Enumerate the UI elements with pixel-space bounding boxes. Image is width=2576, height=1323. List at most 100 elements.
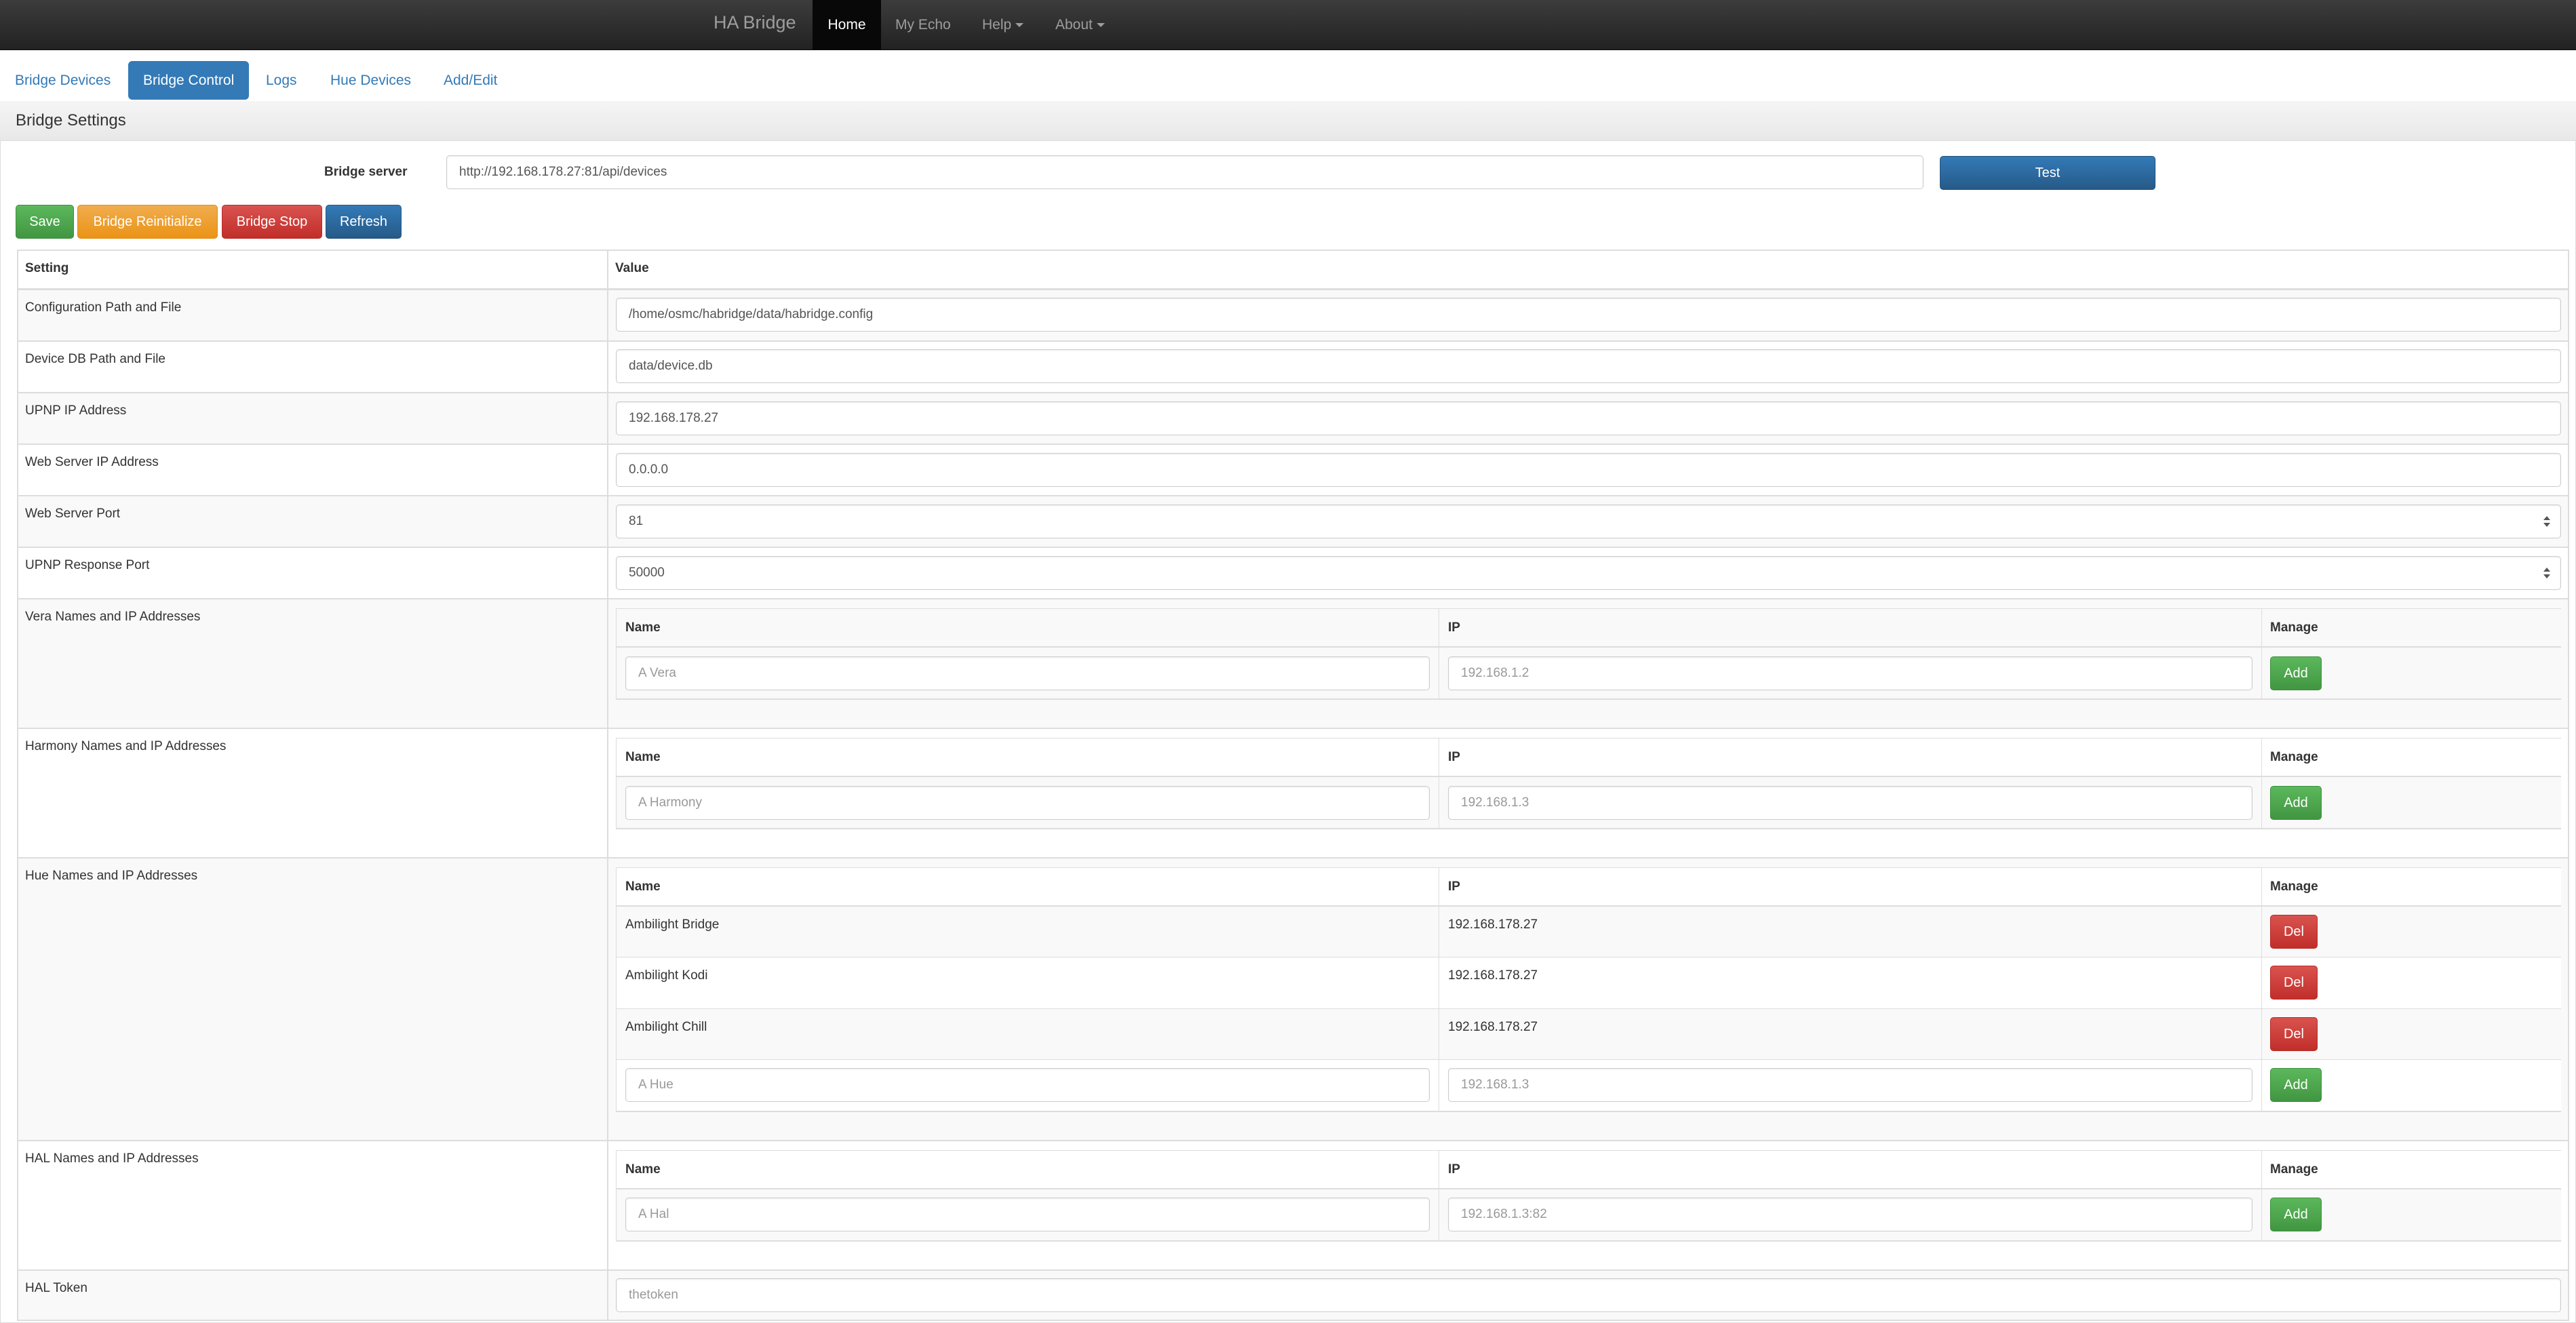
divider <box>616 867 617 1112</box>
hal-header-manage: Manage <box>2270 1162 2318 1177</box>
vera-name-input[interactable] <box>625 656 1430 690</box>
divider <box>17 857 2569 858</box>
nav-help-label: Help <box>982 17 1012 33</box>
setting-label-config-path: Configuration Path and File <box>25 300 182 315</box>
tab-bridge-control[interactable]: Bridge Control <box>128 61 250 100</box>
nav-my-echo[interactable]: My Echo <box>895 0 951 50</box>
hue-delete-button[interactable]: Del <box>2270 966 2318 1000</box>
bridge-server-label: Bridge server <box>324 165 408 179</box>
divider <box>17 392 2569 393</box>
divider <box>616 646 2561 648</box>
hue-header-name: Name <box>625 880 661 894</box>
setting-label-hue: Hue Names and IP Addresses <box>25 869 198 883</box>
hue-entry-ip: 192.168.178.27 <box>1448 917 1538 932</box>
tab-add-edit[interactable]: Add/Edit <box>429 61 512 100</box>
hue-entry-name: Ambilight Bridge <box>625 917 720 932</box>
hal-name-input[interactable] <box>625 1198 1430 1231</box>
divider <box>616 1059 2561 1060</box>
hue-delete-button[interactable]: Del <box>2270 1017 2318 1051</box>
table-row-bg <box>617 957 2561 1008</box>
harmony-header-ip: IP <box>1448 750 1460 764</box>
divider <box>616 1111 2561 1112</box>
hue-header-ip: IP <box>1448 880 1460 894</box>
divider <box>2568 250 2569 1321</box>
vera-header-ip: IP <box>1448 620 1460 635</box>
web-server-ip-input[interactable] <box>616 453 2561 487</box>
spinner-icon[interactable] <box>2543 567 2550 579</box>
setting-label-upnp-response-port: UPNP Response Port <box>25 558 150 572</box>
vera-header-manage: Manage <box>2270 620 2318 635</box>
harmony-add-button[interactable]: Add <box>2270 786 2322 820</box>
divider <box>17 340 2569 342</box>
bridge-reinitialize-button[interactable]: Bridge Reinitialize <box>77 205 218 239</box>
divider <box>616 738 617 829</box>
device-db-input[interactable] <box>616 349 2561 383</box>
tab-hue-devices[interactable]: Hue Devices <box>315 61 426 100</box>
header-value: Value <box>615 261 649 275</box>
tab-logs[interactable]: Logs <box>251 61 312 100</box>
divider <box>17 1140 2569 1141</box>
panel-heading <box>0 101 2576 141</box>
divider <box>2261 608 2262 700</box>
upnp-response-port-input[interactable] <box>616 556 2561 590</box>
divider <box>17 250 18 1321</box>
harmony-header-name: Name <box>625 750 661 764</box>
table-row-bg <box>617 868 2561 906</box>
divider <box>616 1008 2561 1009</box>
harmony-header-manage: Manage <box>2270 750 2318 764</box>
hue-header-manage: Manage <box>2270 880 2318 894</box>
harmony-name-input[interactable] <box>625 786 1430 820</box>
setting-label-device-db: Device DB Path and File <box>25 352 165 366</box>
divider <box>607 250 608 1321</box>
vera-add-button[interactable]: Add <box>2270 656 2322 690</box>
divider <box>17 443 2569 445</box>
web-server-port-field <box>616 505 2561 538</box>
panel-title: Bridge Settings <box>16 111 126 130</box>
hal-token-input[interactable] <box>616 1278 2561 1312</box>
hal-header-ip: IP <box>1448 1162 1460 1177</box>
hue-ip-input[interactable] <box>1448 1068 2252 1102</box>
tab-bridge-devices[interactable]: Bridge Devices <box>0 61 125 100</box>
nav-home[interactable]: Home <box>813 0 881 50</box>
hal-ip-input[interactable] <box>1448 1198 2252 1231</box>
setting-label-hal-token: HAL Token <box>25 1281 87 1295</box>
nav-about-label: About <box>1055 17 1093 33</box>
chevron-down-icon <box>1015 23 1024 28</box>
nav-help[interactable]: Help <box>982 0 1024 50</box>
divider <box>616 1188 2561 1189</box>
save-button[interactable]: Save <box>16 205 74 239</box>
setting-label-hal: HAL Names and IP Addresses <box>25 1151 199 1166</box>
hal-add-button[interactable]: Add <box>2270 1198 2322 1231</box>
nav-about[interactable]: About <box>1055 0 1105 50</box>
bridge-server-input[interactable] <box>446 155 1924 189</box>
vera-ip-input[interactable] <box>1448 656 2252 690</box>
divider <box>2261 867 2262 1112</box>
hue-add-button[interactable]: Add <box>2270 1068 2322 1102</box>
spinner-icon[interactable] <box>2543 515 2550 528</box>
top-navbar: HA Bridge Home My Echo Help About <box>0 0 2576 50</box>
hue-entry-ip: 192.168.178.27 <box>1448 968 1538 983</box>
bridge-stop-button[interactable]: Bridge Stop <box>222 205 322 239</box>
divider <box>616 828 2561 829</box>
hue-delete-button[interactable]: Del <box>2270 915 2318 949</box>
setting-label-web-server-port: Web Server Port <box>25 507 121 521</box>
test-button[interactable]: Test <box>1940 156 2155 190</box>
upnp-ip-input[interactable] <box>616 401 2561 435</box>
divider <box>2261 1150 2262 1242</box>
divider <box>17 250 2569 251</box>
hue-entry-name: Ambilight Chill <box>625 1020 707 1034</box>
divider <box>616 608 617 700</box>
divider <box>616 1240 2561 1242</box>
divider <box>616 608 2561 609</box>
divider <box>616 776 2561 777</box>
web-server-port-input[interactable] <box>616 505 2561 538</box>
refresh-button[interactable]: Refresh <box>326 205 402 239</box>
config-path-input[interactable] <box>616 298 2561 332</box>
divider <box>616 1150 2561 1151</box>
setting-label-harmony: Harmony Names and IP Addresses <box>25 739 227 753</box>
hal-header-name: Name <box>625 1162 661 1177</box>
hue-name-input[interactable] <box>625 1068 1430 1102</box>
harmony-ip-input[interactable] <box>1448 786 2252 820</box>
divider <box>17 1269 2569 1271</box>
brand-title[interactable]: HA Bridge <box>714 12 796 33</box>
